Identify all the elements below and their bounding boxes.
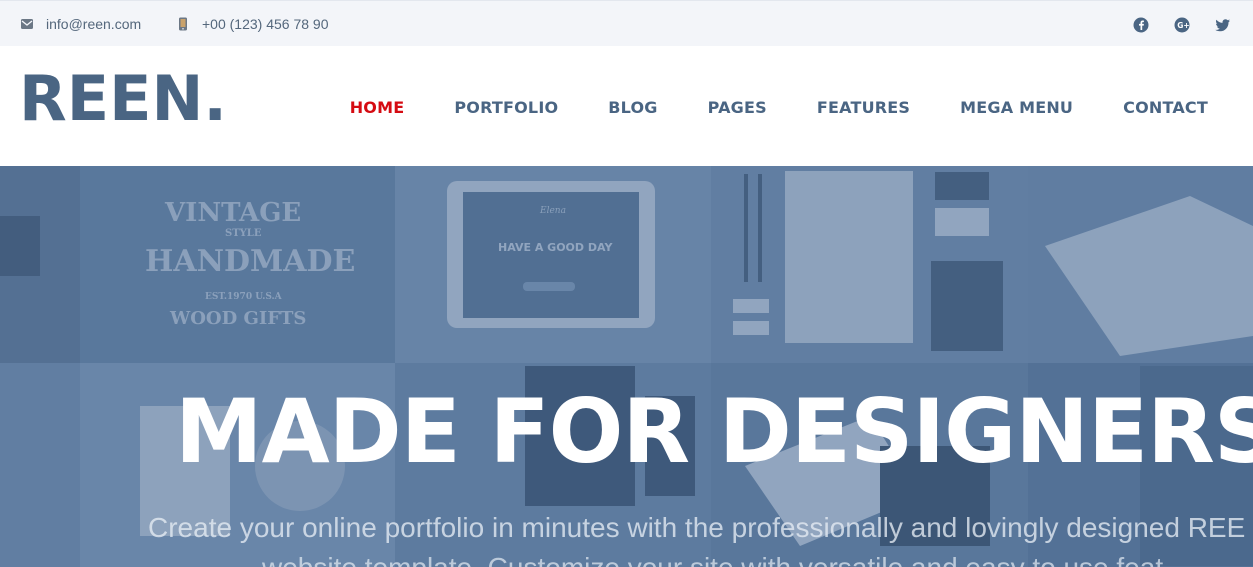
hero-subtitle-line-2: website template. Customize your site wi… — [262, 552, 1163, 567]
site-logo[interactable]: REEN. — [19, 68, 227, 130]
twitter-icon[interactable] — [1215, 17, 1231, 33]
site-header: REEN. HOME PORTFOLIO BLOG PAGES FEATURES… — [0, 46, 1253, 166]
nav-home[interactable]: HOME — [350, 98, 405, 117]
hero-section: VINTAGE STYLE HANDMADE EST.1970 U.S.A WO… — [0, 166, 1253, 567]
top-bar: info@reen.com +00 (123) 456 78 90 G+ — [0, 0, 1253, 46]
phone-contact[interactable]: +00 (123) 456 78 90 — [176, 16, 329, 32]
envelope-icon — [20, 17, 34, 31]
email-text[interactable]: info@reen.com — [46, 16, 141, 32]
svg-text:G+: G+ — [1177, 21, 1189, 30]
phone-text[interactable]: +00 (123) 456 78 90 — [202, 16, 329, 32]
nav-features[interactable]: FEATURES — [817, 98, 910, 117]
email-contact[interactable]: info@reen.com — [20, 16, 141, 32]
main-nav: HOME PORTFOLIO BLOG PAGES FEATURES MEGA … — [350, 98, 1208, 117]
nav-mega-menu[interactable]: MEGA MENU — [960, 98, 1073, 117]
google-plus-icon[interactable]: G+ — [1174, 17, 1190, 33]
social-links: G+ — [1133, 17, 1231, 33]
nav-portfolio[interactable]: PORTFOLIO — [454, 98, 558, 117]
hero-subtitle: Create your online portfolio in minutes … — [148, 512, 1246, 543]
hero-overlay — [0, 166, 1253, 567]
mobile-phone-icon — [176, 17, 190, 31]
hero-title: MADE FOR DESIGNERS — [175, 380, 1253, 483]
nav-contact[interactable]: CONTACT — [1123, 98, 1208, 117]
nav-pages[interactable]: PAGES — [708, 98, 767, 117]
facebook-icon[interactable] — [1133, 17, 1149, 33]
nav-blog[interactable]: BLOG — [608, 98, 657, 117]
